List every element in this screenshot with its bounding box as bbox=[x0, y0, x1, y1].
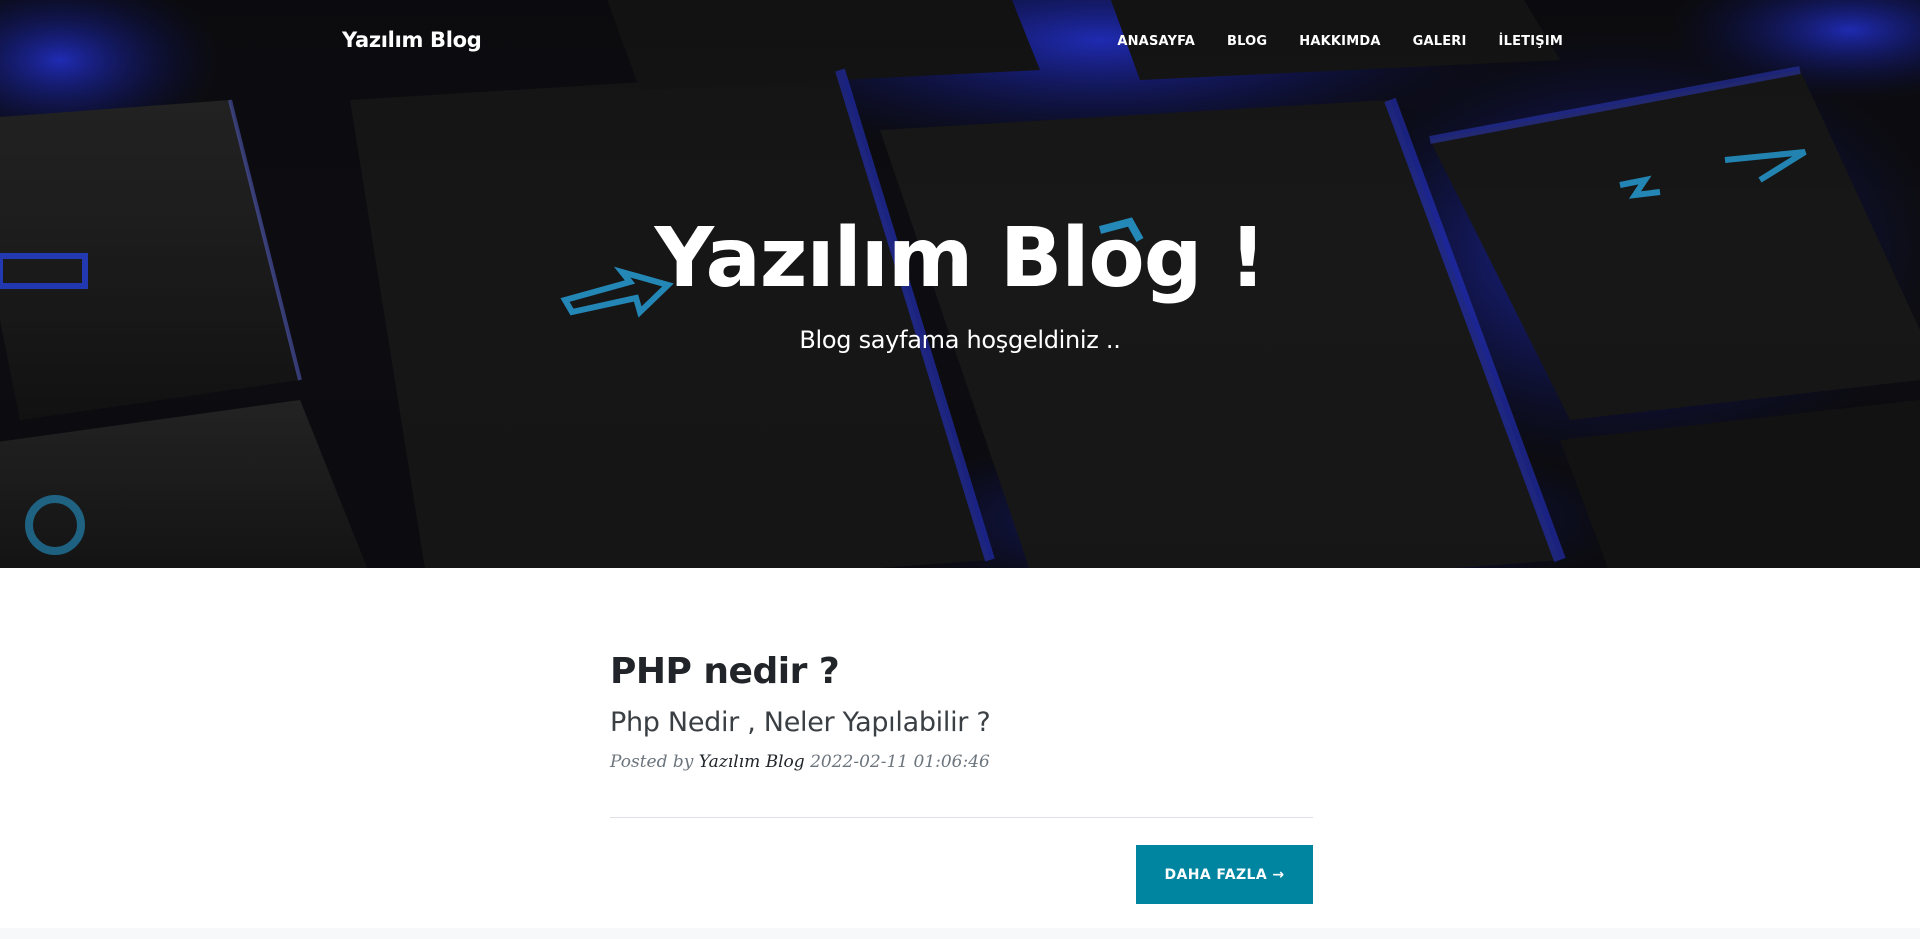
nav-link-galeri[interactable]: GALERI bbox=[1397, 34, 1483, 49]
post-date: 2022-02-11 01:06:46 bbox=[810, 751, 990, 772]
nav-link-anasayfa[interactable]: ANASAYFA bbox=[1101, 34, 1211, 49]
post-preview: PHP nedir ? Php Nedir , Neler Yapılabili… bbox=[610, 650, 1313, 772]
nav-link-iletisim[interactable]: İLETIŞIM bbox=[1483, 34, 1563, 49]
post-author-link[interactable]: Yazılım Blog bbox=[699, 752, 805, 772]
nav-item-iletisim: İLETIŞIM bbox=[1483, 34, 1563, 49]
footer-strip bbox=[0, 928, 1920, 939]
post-title: PHP nedir ? bbox=[610, 651, 840, 692]
nav-item-blog: BLOG bbox=[1211, 34, 1283, 49]
nav-item-anasayfa: ANASAYFA bbox=[1101, 34, 1211, 49]
post-link[interactable]: PHP nedir ? Php Nedir , Neler Yapılabili… bbox=[610, 650, 1313, 740]
post-subtitle: Php Nedir , Neler Yapılabilir ? bbox=[610, 707, 991, 739]
nav-links: ANASAYFA BLOG HAKKIMDA GALERI İLETIŞIM bbox=[1101, 34, 1563, 49]
post-meta: Posted by Yazılım Blog 2022-02-11 01:06:… bbox=[610, 752, 1313, 772]
nav-link-blog[interactable]: BLOG bbox=[1211, 34, 1283, 49]
hero-header: Yazılım Blog ANASAYFA BLOG HAKKIMDA GALE… bbox=[0, 0, 1920, 568]
nav-item-hakkimda: HAKKIMDA bbox=[1283, 34, 1396, 49]
more-button[interactable]: DAHA FAZLA → bbox=[1136, 845, 1313, 904]
main-navbar: Yazılım Blog ANASAYFA BLOG HAKKIMDA GALE… bbox=[0, 0, 1920, 86]
post-meta-prefix: Posted by bbox=[610, 751, 694, 772]
brand-logo-link[interactable]: Yazılım Blog bbox=[342, 28, 482, 52]
nav-link-hakkimda[interactable]: HAKKIMDA bbox=[1283, 34, 1396, 49]
post-divider bbox=[610, 817, 1313, 818]
hero-title: Yazılım Blog ! bbox=[654, 211, 1267, 306]
hero-subtitle: Blog sayfama hoşgeldiniz .. bbox=[799, 326, 1121, 354]
nav-item-galeri: GALERI bbox=[1397, 34, 1483, 49]
